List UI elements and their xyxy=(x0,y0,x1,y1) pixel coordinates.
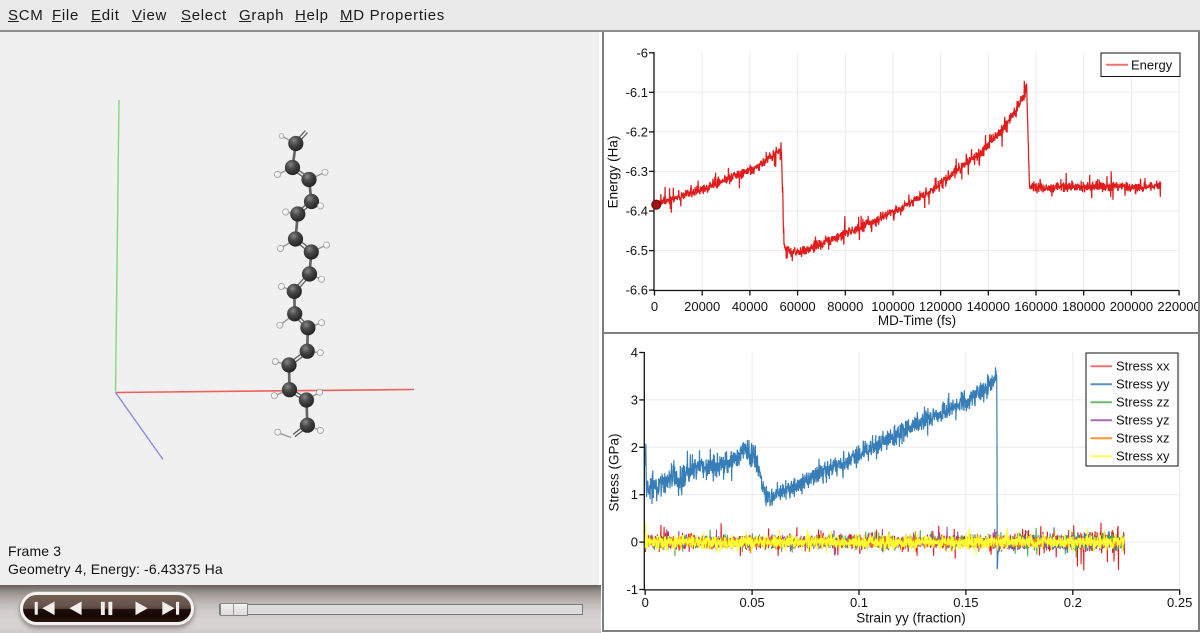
svg-text:Stress xx: Stress xx xyxy=(1116,359,1170,374)
svg-text:0.2: 0.2 xyxy=(1064,595,1082,610)
svg-text:Stress zz: Stress zz xyxy=(1116,395,1169,410)
svg-text:Stress yz: Stress yz xyxy=(1116,413,1169,428)
svg-text:20000: 20000 xyxy=(684,299,720,314)
svg-text:-6.1: -6.1 xyxy=(626,85,648,100)
svg-text:100000: 100000 xyxy=(871,299,914,314)
svg-text:Stress yy: Stress yy xyxy=(1116,377,1170,392)
svg-text:0: 0 xyxy=(631,535,638,550)
svg-text:0.1: 0.1 xyxy=(850,595,868,610)
svg-text:160000: 160000 xyxy=(1014,299,1057,314)
svg-text:0.15: 0.15 xyxy=(953,595,978,610)
svg-text:220000: 220000 xyxy=(1157,299,1199,314)
svg-text:Energy (Ha): Energy (Ha) xyxy=(606,136,621,209)
svg-text:140000: 140000 xyxy=(967,299,1010,314)
svg-text:Stress xy: Stress xy xyxy=(1116,449,1170,464)
svg-text:3: 3 xyxy=(631,392,638,407)
svg-text:0: 0 xyxy=(642,595,649,610)
svg-text:4: 4 xyxy=(631,345,638,360)
svg-text:-6.5: -6.5 xyxy=(626,243,648,258)
svg-text:1: 1 xyxy=(631,487,638,502)
svg-text:0.05: 0.05 xyxy=(739,595,764,610)
svg-text:0: 0 xyxy=(651,299,658,314)
svg-text:-6.6: -6.6 xyxy=(626,283,648,298)
svg-text:180000: 180000 xyxy=(1062,299,1105,314)
svg-text:40000: 40000 xyxy=(732,299,768,314)
svg-text:MD-Time (fs): MD-Time (fs) xyxy=(878,313,956,328)
svg-text:Energy: Energy xyxy=(1131,57,1173,72)
svg-text:80000: 80000 xyxy=(827,299,863,314)
svg-text:2: 2 xyxy=(631,440,638,455)
svg-text:Stress xz: Stress xz xyxy=(1116,431,1169,446)
svg-text:-6.2: -6.2 xyxy=(626,124,648,139)
svg-text:Strain yy (fraction): Strain yy (fraction) xyxy=(856,611,966,626)
svg-text:0.25: 0.25 xyxy=(1167,595,1192,610)
svg-text:60000: 60000 xyxy=(780,299,816,314)
svg-text:Stress (GPa): Stress (GPa) xyxy=(607,433,622,511)
svg-text:-1: -1 xyxy=(626,582,638,597)
svg-text:-6.3: -6.3 xyxy=(626,164,648,179)
svg-text:200000: 200000 xyxy=(1110,299,1153,314)
svg-text:120000: 120000 xyxy=(919,299,962,314)
svg-text:-6: -6 xyxy=(636,45,648,60)
svg-text:-6.4: -6.4 xyxy=(626,204,648,219)
